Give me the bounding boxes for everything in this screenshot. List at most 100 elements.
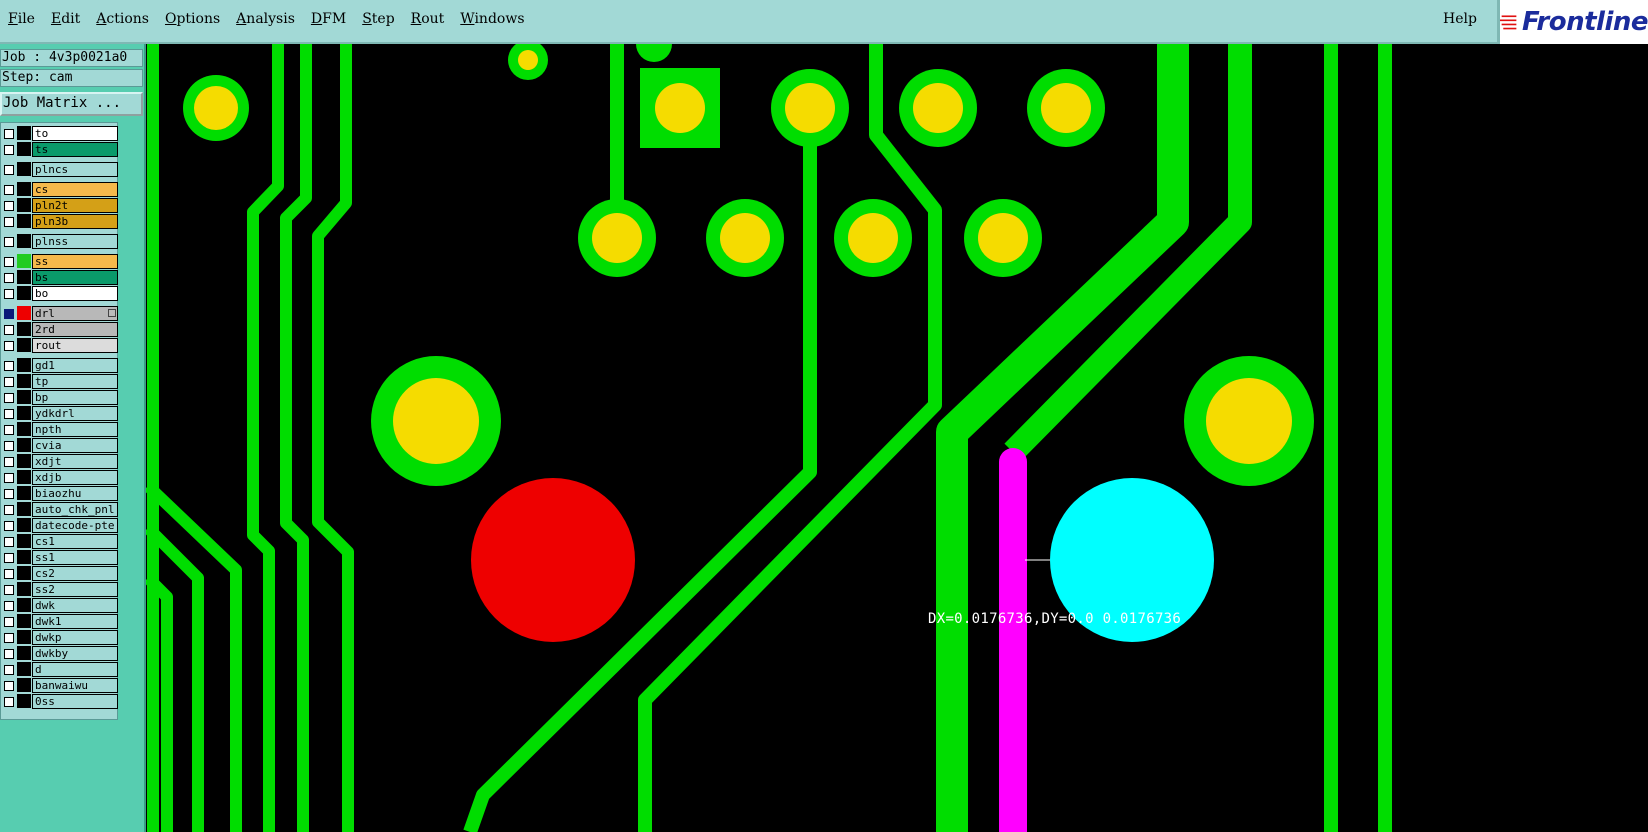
layer-name[interactable]: ss1 xyxy=(32,550,118,565)
layer-row-bs[interactable]: bs xyxy=(1,270,118,285)
layer-name[interactable]: cs xyxy=(32,182,118,197)
drill-hit-red[interactable] xyxy=(471,478,635,642)
layer-checkbox[interactable] xyxy=(4,569,14,579)
layer-checkbox[interactable] xyxy=(4,521,14,531)
layer-name[interactable]: bo xyxy=(32,286,118,301)
layer-display-swatch[interactable] xyxy=(17,406,31,420)
layer-checkbox[interactable] xyxy=(4,553,14,563)
layer-display-swatch[interactable] xyxy=(17,374,31,388)
layer-checkbox[interactable] xyxy=(4,185,14,195)
layer-display-swatch[interactable] xyxy=(17,518,31,532)
menu-rout[interactable]: Rout xyxy=(403,0,453,38)
layer-name[interactable]: 2rd xyxy=(32,322,118,337)
layer-row-cvia[interactable]: cvia xyxy=(1,438,118,453)
layer-display-swatch[interactable] xyxy=(17,126,31,140)
layer-name[interactable]: dwkby xyxy=(32,646,118,661)
layer-display-swatch[interactable] xyxy=(17,694,31,708)
layer-row-xdjb[interactable]: xdjb xyxy=(1,470,118,485)
layer-name[interactable]: pln2t xyxy=(32,198,118,213)
layer-name[interactable]: to xyxy=(32,126,118,141)
layer-row-banwaiwu[interactable]: banwaiwu xyxy=(1,678,118,693)
layer-name[interactable]: auto_chk_pnl xyxy=(32,502,118,517)
layer-checkbox[interactable] xyxy=(4,489,14,499)
layer-checkbox[interactable] xyxy=(4,585,14,595)
layer-name[interactable]: tp xyxy=(32,374,118,389)
layer-checkbox[interactable] xyxy=(4,377,14,387)
layer-checkbox[interactable] xyxy=(4,257,14,267)
menu-help[interactable]: Help xyxy=(1443,0,1477,38)
layer-row-plncs[interactable]: plncs xyxy=(1,162,118,177)
layer-row-to[interactable]: to xyxy=(1,126,118,141)
layer-row-dwk[interactable]: dwk xyxy=(1,598,118,613)
layer-name[interactable]: biaozhu xyxy=(32,486,118,501)
layer-name[interactable]: bs xyxy=(32,270,118,285)
layer-display-swatch[interactable] xyxy=(17,142,31,156)
layer-display-swatch[interactable] xyxy=(17,470,31,484)
layer-row-npth[interactable]: npth xyxy=(1,422,118,437)
layer-row-dwkp[interactable]: dwkp xyxy=(1,630,118,645)
menu-dfm[interactable]: DFM xyxy=(303,0,354,38)
layer-display-swatch[interactable] xyxy=(17,502,31,516)
layer-display-swatch[interactable] xyxy=(17,358,31,372)
layer-checkbox[interactable] xyxy=(4,409,14,419)
layer-checkbox[interactable] xyxy=(4,165,14,175)
layer-row-auto_chk_pnl[interactable]: auto_chk_pnl xyxy=(1,502,118,517)
layer-checkbox[interactable] xyxy=(4,289,14,299)
layer-row-biaozhu[interactable]: biaozhu xyxy=(1,486,118,501)
layer-display-swatch[interactable] xyxy=(17,582,31,596)
layer-name[interactable]: rout xyxy=(32,338,118,353)
job-matrix-button[interactable]: Job Matrix ... xyxy=(0,92,143,116)
layer-display-swatch[interactable] xyxy=(17,198,31,212)
layer-row-2rd[interactable]: 2rd xyxy=(1,322,118,337)
layer-checkbox[interactable] xyxy=(4,617,14,627)
layer-display-swatch[interactable] xyxy=(17,322,31,336)
layer-display-swatch[interactable] xyxy=(17,486,31,500)
layer-checkbox[interactable] xyxy=(4,665,14,675)
layer-display-swatch[interactable] xyxy=(17,270,31,284)
layer-checkbox[interactable] xyxy=(4,537,14,547)
layer-name[interactable]: dwk1 xyxy=(32,614,118,629)
menu-step[interactable]: Step xyxy=(354,0,402,38)
layer-checkbox[interactable] xyxy=(4,325,14,335)
layer-checkbox[interactable] xyxy=(4,361,14,371)
layer-row-cs2[interactable]: cs2 xyxy=(1,566,118,581)
layer-display-swatch[interactable] xyxy=(17,550,31,564)
layer-display-swatch[interactable] xyxy=(17,678,31,692)
layer-checkbox[interactable] xyxy=(4,649,14,659)
layer-row-tp[interactable]: tp xyxy=(1,374,118,389)
layer-display-swatch[interactable] xyxy=(17,234,31,248)
layer-checkbox[interactable] xyxy=(4,473,14,483)
layer-checkbox[interactable] xyxy=(4,341,14,351)
graphic-canvas[interactable]: DX=0.0176736,DY=0.0 0.0176736 xyxy=(146,44,1648,832)
layer-name[interactable]: cs2 xyxy=(32,566,118,581)
layer-row-dwk1[interactable]: dwk1 xyxy=(1,614,118,629)
layer-row-0ss[interactable]: 0ss xyxy=(1,694,118,709)
layer-checkbox[interactable] xyxy=(4,697,14,707)
layer-checkbox[interactable] xyxy=(4,681,14,691)
layer-name[interactable]: d xyxy=(32,662,118,677)
menu-edit[interactable]: Edit xyxy=(43,0,88,38)
layer-checkbox[interactable] xyxy=(4,505,14,515)
layer-display-swatch[interactable] xyxy=(17,614,31,628)
layer-checkbox[interactable] xyxy=(4,633,14,643)
layer-display-swatch[interactable] xyxy=(17,454,31,468)
layer-checkbox[interactable] xyxy=(4,237,14,247)
layer-checkbox[interactable] xyxy=(4,393,14,403)
layer-row-pln2t[interactable]: pln2t xyxy=(1,198,118,213)
layer-row-gd1[interactable]: gd1 xyxy=(1,358,118,373)
layer-row-bo[interactable]: bo xyxy=(1,286,118,301)
layer-name[interactable]: ydkdrl xyxy=(32,406,118,421)
layer-name[interactable]: ts xyxy=(32,142,118,157)
layer-display-swatch[interactable] xyxy=(17,214,31,228)
layer-checkbox[interactable] xyxy=(4,601,14,611)
layer-row-ss1[interactable]: ss1 xyxy=(1,550,118,565)
layer-row-xdjt[interactable]: xdjt xyxy=(1,454,118,469)
layer-checkbox[interactable] xyxy=(4,309,14,319)
layer-name[interactable]: plnss xyxy=(32,234,118,249)
layer-row-ydkdrl[interactable]: ydkdrl xyxy=(1,406,118,421)
layer-name[interactable]: gd1 xyxy=(32,358,118,373)
menu-actions[interactable]: Actions xyxy=(88,0,157,38)
layer-row-cs[interactable]: cs xyxy=(1,182,118,197)
layer-checkbox[interactable] xyxy=(4,457,14,467)
menu-windows[interactable]: Windows xyxy=(452,0,532,38)
